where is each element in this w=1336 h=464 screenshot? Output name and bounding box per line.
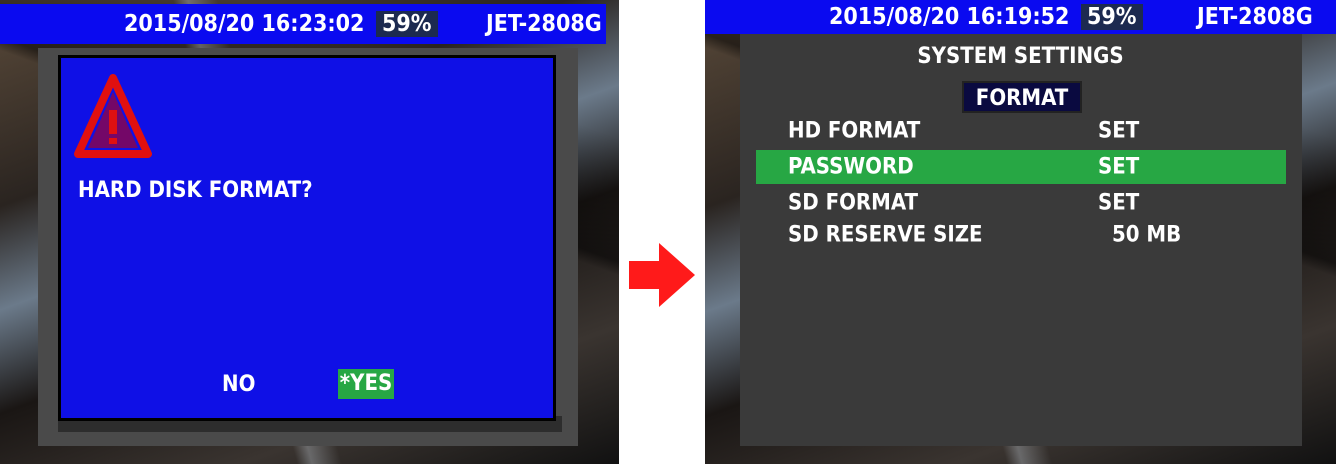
status-datetime: 2015/08/20 16:19:52	[829, 4, 1070, 30]
warning-icon	[74, 74, 152, 158]
yes-button[interactable]: *YES	[338, 369, 394, 399]
arrow-right-icon	[629, 243, 695, 307]
menu-title: SYSTEM SETTINGS	[917, 44, 1124, 69]
status-device: JET-2808G	[486, 11, 602, 37]
menu-row-hd-format[interactable]: HD FORMAT SET	[756, 114, 1286, 148]
no-button[interactable]: NO	[222, 372, 255, 397]
menu-row-label: SD RESERVE SIZE	[788, 222, 983, 248]
menu-row-value: SET	[1098, 154, 1140, 180]
menu-row-label: HD FORMAT	[788, 118, 921, 144]
menu-row-value: 50 MB	[1112, 222, 1182, 248]
dialog-message: HARD DISK FORMAT?	[78, 178, 313, 203]
menu-row-sd-reserve-size[interactable]: SD RESERVE SIZE 50 MB	[756, 218, 1286, 252]
menu-row-value: SET	[1098, 190, 1140, 216]
menu-row-sd-format[interactable]: SD FORMAT SET	[756, 186, 1286, 220]
menu-row-value: SET	[1098, 118, 1140, 144]
status-datetime: 2015/08/20 16:23:02	[124, 11, 365, 37]
status-battery: 59%	[1081, 4, 1143, 30]
menu-row-password[interactable]: PASSWORD SET	[756, 150, 1286, 184]
tab-format[interactable]: FORMAT	[962, 81, 1082, 113]
status-bar: 2015/08/20 16:19:52 59% JET-2808G	[705, 0, 1336, 34]
status-bar: 2015/08/20 16:23:02 59% JET-2808G	[0, 4, 606, 44]
status-battery: 59%	[376, 11, 438, 37]
menu-row-label: SD FORMAT	[788, 190, 918, 216]
menu-row-label: PASSWORD	[788, 154, 914, 180]
status-device: JET-2808G	[1197, 4, 1313, 30]
